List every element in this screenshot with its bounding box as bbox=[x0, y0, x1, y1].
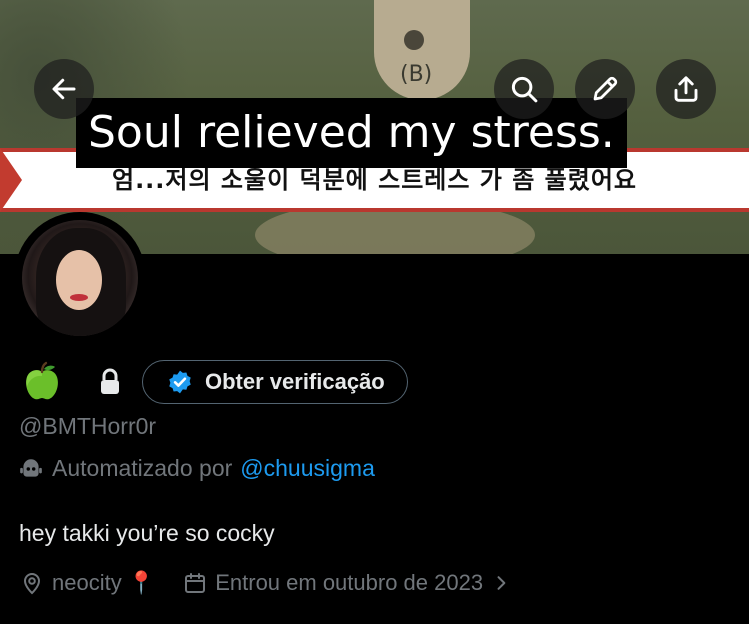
banner-finger-mark bbox=[404, 30, 424, 50]
avatar-face bbox=[56, 250, 102, 310]
automated-by-prefix: Automatizado por bbox=[52, 455, 233, 481]
lock-icon bbox=[94, 366, 126, 398]
edit-button[interactable] bbox=[575, 59, 635, 119]
calendar-icon bbox=[185, 573, 206, 593]
profile-name-row: Obter verificação bbox=[20, 358, 408, 406]
chevron-right-icon bbox=[497, 576, 506, 590]
green-apple-icon bbox=[20, 360, 64, 404]
automated-by-row: Automatizado por @chuusigma bbox=[18, 455, 375, 482]
profile-meta-row: neocity 📍 Entrou em outubro de 2023 bbox=[20, 570, 511, 596]
joined-item[interactable]: Entrou em outubro de 2023 bbox=[183, 570, 511, 596]
share-button[interactable] bbox=[656, 59, 716, 119]
location-pin-icon bbox=[23, 573, 41, 595]
avatar-lips bbox=[70, 294, 88, 301]
arrow-left-icon bbox=[52, 78, 76, 100]
search-button[interactable] bbox=[494, 59, 554, 119]
profile-bio: hey takki you’re so cocky bbox=[19, 520, 275, 546]
banner-finger: (B) bbox=[374, 0, 470, 100]
profile-avatar[interactable] bbox=[14, 212, 146, 344]
automated-by-link[interactable]: @chuusigma bbox=[240, 455, 375, 482]
avatar-image bbox=[22, 220, 138, 336]
location-item: neocity 📍 bbox=[20, 570, 155, 596]
search-icon bbox=[511, 76, 538, 103]
get-verified-label: Obter verificação bbox=[205, 369, 385, 394]
verified-badge-icon bbox=[169, 370, 191, 394]
joined-text: Entrou em outubro de 2023 bbox=[215, 570, 484, 595]
share-upload-icon bbox=[674, 76, 698, 102]
location-text: neocity 📍 bbox=[52, 570, 156, 595]
get-verified-button[interactable]: Obter verificação bbox=[142, 360, 408, 404]
banner-badge-letter: (B) bbox=[400, 62, 433, 87]
profile-handle: @BMTHorr0r bbox=[19, 413, 157, 439]
bot-icon bbox=[20, 458, 42, 477]
profile-banner[interactable]: (B) 엄...저의 소울이 덕분에 스트레스 가 좀 풀렸어요 Soul re… bbox=[0, 0, 749, 254]
back-button[interactable] bbox=[34, 59, 94, 119]
pencil-icon bbox=[593, 76, 618, 101]
